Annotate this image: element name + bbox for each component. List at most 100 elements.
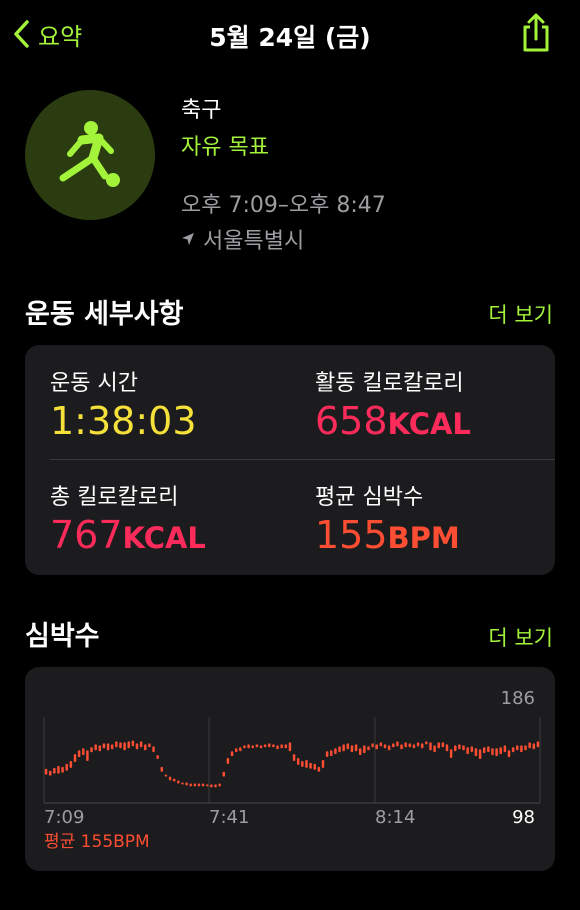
metric-label: 평균 심박수 [315, 485, 424, 510]
heart-rate-bar [338, 746, 341, 753]
heart-rate-bar [462, 745, 465, 751]
heart-rate-bar [106, 743, 110, 751]
heart-rate-bar [408, 743, 412, 748]
heart-rate-bar [243, 745, 246, 749]
heart-rate-bar [197, 783, 201, 787]
heart-rate-bar [206, 784, 209, 787]
heart-rate-bar [346, 743, 350, 750]
x-tick-label: 7:09 [44, 807, 84, 828]
x-tick-label: 7:41 [209, 807, 249, 828]
page-title: 5월 24일 (금) [209, 23, 371, 52]
heart-rate-bar [119, 742, 122, 749]
heart-rate-bar [516, 745, 519, 751]
heart-rate-more-link[interactable]: 더 보기 [488, 622, 553, 652]
chart-grid [43, 717, 541, 804]
heart-rate-bar [433, 745, 436, 753]
heart-rate-bar [144, 744, 147, 751]
y-tick-label-top: 186 [501, 688, 535, 709]
heart-rate-bar [371, 743, 374, 748]
heart-rate-bar [520, 745, 523, 753]
heart-rate-bar [189, 783, 192, 787]
details-title: 운동 세부사항 [25, 299, 184, 330]
heart-rate-bar [94, 744, 97, 751]
heart-rate-bar [226, 758, 230, 764]
heart-rate-bar [296, 758, 300, 765]
heart-rate-bar [425, 741, 428, 745]
heart-rate-bar [57, 765, 60, 774]
heart-rate-bar [139, 741, 143, 748]
heart-rate-bar [437, 742, 440, 749]
metric-value: 155BPM [315, 513, 460, 557]
heart-rate-bar [482, 747, 486, 754]
heart-rate-chart: 186 98 7:09 7:41 8:14 평균 155BPM [43, 688, 541, 852]
nav-bar: 요약 5월 24일 (금) [0, 0, 580, 70]
metric-active-kcal: 활동 킬로칼로리 658KCAL [315, 365, 471, 443]
heart-rate-bar [177, 780, 180, 784]
heart-rate-bar [69, 760, 73, 768]
heart-rate-bar [61, 766, 64, 773]
heart-rate-bar [313, 763, 316, 770]
metric-duration: 운동 시간 1:38:03 [50, 365, 197, 443]
heart-rate-bar [135, 743, 139, 750]
heart-rate-bar [160, 766, 164, 772]
heart-rate-bar [234, 748, 238, 753]
workout-name: 축구 [181, 98, 222, 123]
heart-rate-bar [491, 748, 494, 756]
share-button[interactable] [518, 12, 554, 58]
heart-rate-bar [48, 770, 52, 776]
heart-rate-bar [466, 747, 469, 755]
heart-rate-bar [441, 742, 445, 748]
heart-rate-bar [210, 784, 213, 788]
heart-rate-bar [123, 742, 126, 751]
heart-rate-bar [478, 749, 482, 760]
heart-rate-bar [272, 744, 275, 748]
heart-rate-bar [86, 750, 89, 761]
heart-rate-bar [342, 744, 345, 752]
heart-rate-bar [495, 748, 498, 757]
heart-rate-bar [148, 743, 151, 748]
heart-rate-bar [280, 744, 283, 749]
metric-label: 활동 킬로칼로리 [315, 371, 464, 396]
x-tick-label: 8:14 [375, 807, 415, 828]
workout-location: 서울특별시 [181, 223, 386, 255]
heart-rate-bar [98, 745, 102, 752]
heart-rate-bar [222, 771, 226, 777]
heart-rate-bar [255, 744, 259, 748]
location-label: 서울특별시 [203, 229, 305, 254]
heart-rate-bar [164, 774, 168, 777]
heart-rate-bar [383, 744, 387, 749]
heart-rate-bar [276, 745, 279, 750]
heart-rate-bar [53, 767, 56, 774]
heart-rate-bar [292, 754, 296, 761]
heart-rate-bar [470, 746, 474, 753]
heart-rate-bar [115, 741, 118, 748]
heart-rate-bar [259, 745, 263, 749]
workout-info: 축구 자유 목표 오후 7:09–오후 8:47 서울특별시 [181, 92, 386, 255]
heart-rate-bar [301, 760, 304, 767]
heart-rate-bar [90, 747, 93, 753]
chart-bars [44, 740, 540, 788]
heart-rate-bar [350, 745, 354, 753]
heart-rate-bar [358, 748, 362, 756]
heart-rate-bar [44, 768, 48, 775]
y-tick-label-bottom: 98 [512, 807, 535, 828]
heart-rate-bar [268, 743, 271, 748]
heart-rate-bar [404, 742, 407, 748]
workout-time-range: 오후 7:09–오후 8:47 [181, 193, 386, 218]
heart-rate-bar [168, 776, 172, 781]
heart-rate-bar [305, 760, 308, 768]
details-card: 운동 시간 1:38:03 활동 킬로칼로리 658KCAL 총 킬로칼로리 7… [25, 345, 555, 575]
metric-value: 658KCAL [315, 399, 471, 443]
details-more-link[interactable]: 더 보기 [488, 299, 553, 329]
heart-rate-bar [110, 744, 114, 750]
heart-rate-bar [181, 782, 184, 785]
heart-rate-bar [379, 742, 383, 747]
heart-rate-bar [247, 744, 250, 749]
heart-rate-bar [321, 760, 325, 768]
heart-rate-bar [334, 748, 337, 755]
heart-rate-bar [375, 744, 378, 750]
heart-rate-bar [156, 755, 159, 760]
heart-rate-bar [317, 766, 321, 772]
heart-rate-bar [524, 745, 527, 751]
heart-rate-bar [449, 749, 453, 759]
